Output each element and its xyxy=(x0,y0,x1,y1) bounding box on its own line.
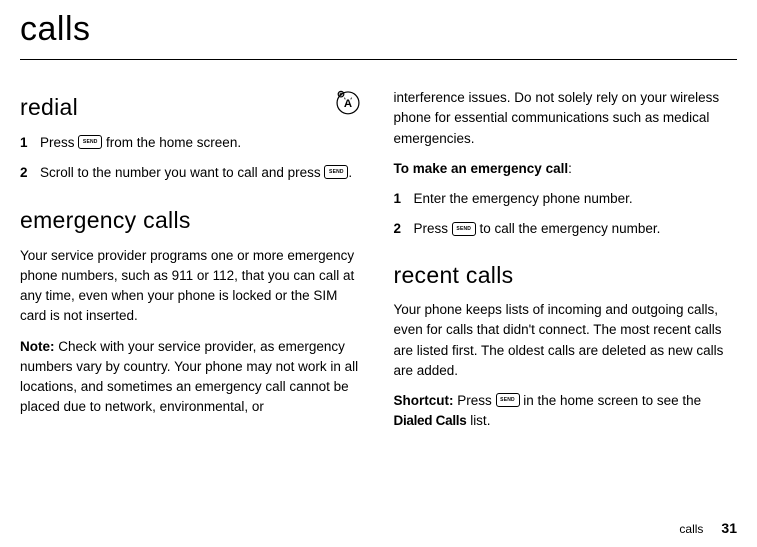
content-columns: redial A 1 Press SEND from t xyxy=(20,82,737,442)
left-column: redial A 1 Press SEND from t xyxy=(20,82,364,442)
emergency-heading: emergency calls xyxy=(20,203,364,238)
recent-heading: recent calls xyxy=(394,258,738,293)
step-body: Enter the emergency phone number. xyxy=(414,189,738,209)
emergency-step-2: 2 Press SEND to call the emergency numbe… xyxy=(394,219,738,239)
send-key-icon: SEND xyxy=(496,393,520,407)
page-title: calls xyxy=(20,4,737,55)
step-number: 1 xyxy=(394,189,414,209)
send-key-icon: SEND xyxy=(452,222,476,236)
step-number: 2 xyxy=(20,163,40,183)
send-key-icon: SEND xyxy=(78,135,102,149)
note-text: Check with your service provider, as eme… xyxy=(20,339,358,415)
emergency-step-1: 1 Enter the emergency phone number. xyxy=(394,189,738,209)
emergency-para-1: Your service provider programs one or mo… xyxy=(20,246,364,327)
emergency-cont: interference issues. Do not solely rely … xyxy=(394,88,738,149)
text: list. xyxy=(466,413,490,428)
page-title-row: calls xyxy=(20,0,737,60)
accessibility-badge-icon: A xyxy=(334,88,364,122)
text: from the home screen. xyxy=(102,135,241,150)
shortcut-label: Shortcut: xyxy=(394,393,454,408)
text: to call the emergency number. xyxy=(476,221,661,236)
dialed-calls-label: Dialed Calls xyxy=(394,413,467,428)
step-number: 2 xyxy=(394,219,414,239)
note-label: Note: xyxy=(20,339,55,354)
label-text: To make an emergency call xyxy=(394,161,569,176)
redial-step-2: 2 Scroll to the number you want to call … xyxy=(20,163,364,183)
step-body: Press SEND to call the emergency number. xyxy=(414,219,738,239)
text: Press xyxy=(454,393,496,408)
recent-shortcut: Shortcut: Press SEND in the home screen … xyxy=(394,391,738,432)
manual-page: calls redial A xyxy=(0,0,757,547)
redial-header: redial A xyxy=(20,82,364,133)
title-rule xyxy=(20,59,737,60)
svg-text:A: A xyxy=(343,98,351,110)
step-body: Press SEND from the home screen. xyxy=(40,133,364,153)
text: . xyxy=(348,165,352,180)
colon: : xyxy=(568,161,572,176)
redial-step-1: 1 Press SEND from the home screen. xyxy=(20,133,364,153)
text: Press xyxy=(414,221,452,236)
text: Press xyxy=(40,135,78,150)
right-column: interference issues. Do not solely rely … xyxy=(394,82,738,442)
recent-para-1: Your phone keeps lists of incoming and o… xyxy=(394,300,738,381)
text: in the home screen to see the xyxy=(520,393,702,408)
footer-section-label: calls xyxy=(679,522,703,536)
make-emergency-label: To make an emergency call: xyxy=(394,159,738,179)
step-body: Scroll to the number you want to call an… xyxy=(40,163,364,183)
page-footer: calls 31 xyxy=(679,518,737,539)
emergency-note: Note: Check with your service provider, … xyxy=(20,337,364,418)
step-number: 1 xyxy=(20,133,40,153)
footer-page-number: 31 xyxy=(721,520,737,536)
text: Scroll to the number you want to call an… xyxy=(40,165,324,180)
send-key-icon: SEND xyxy=(324,165,348,179)
redial-heading: redial xyxy=(20,90,78,125)
